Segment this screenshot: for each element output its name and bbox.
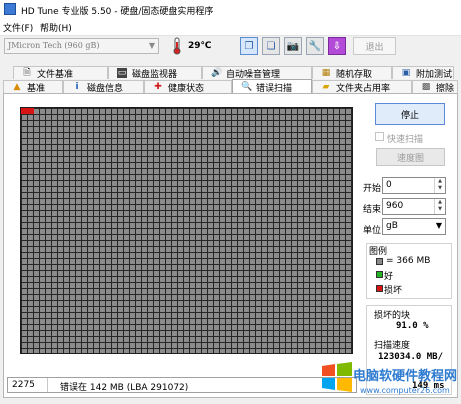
- tab-extra-tests[interactable]: ▣ 附加测试: [392, 66, 454, 80]
- legend-block-label: = 366 MB: [386, 256, 431, 266]
- end-label: 结束: [363, 205, 382, 215]
- tab-label: 磁盘信息: [87, 83, 124, 94]
- spinner-icon[interactable]: ▲ ▼: [434, 199, 445, 214]
- tab-health[interactable]: ✚ 健康状态: [144, 80, 232, 94]
- temperature-value: 29℃: [188, 41, 212, 51]
- tab-error-scan[interactable]: 🔍 错误扫描: [232, 79, 312, 94]
- scanned-blocks: [21, 108, 352, 353]
- start-input-value: 0: [386, 180, 392, 190]
- extra-tests-icon: ▣: [401, 68, 411, 78]
- chevron-down-icon: ▼: [148, 41, 155, 50]
- status-bar: 2275 错误在 142 MB (LBA 291072): [7, 377, 357, 393]
- tab-aam[interactable]: 🔊 自动噪音管理: [202, 66, 312, 80]
- tab-benchmark[interactable]: ▲ 基准: [3, 80, 63, 94]
- folder-icon: ▰: [322, 82, 330, 92]
- health-icon: ✚: [154, 82, 162, 92]
- legend-block-swatch: [376, 258, 383, 265]
- start-input[interactable]: 0 ▲ ▼: [382, 177, 446, 194]
- chevron-down-icon: ▼: [435, 221, 442, 230]
- unit-select[interactable]: gB ▼: [382, 218, 446, 235]
- copy-all-button[interactable]: ❏: [262, 37, 280, 55]
- options-button[interactable]: 🔧: [306, 37, 324, 55]
- windows-logo-watermark: [322, 362, 352, 392]
- end-input[interactable]: 960 ▲ ▼: [382, 198, 446, 215]
- legend-good-label: 好: [384, 272, 394, 282]
- menu-help[interactable]: 帮助(H): [40, 21, 72, 34]
- drive-select-value: JMicron Tech (960 gB): [8, 41, 100, 50]
- tab-label: 文件基准: [37, 69, 74, 80]
- legend-bad-swatch: [376, 285, 383, 292]
- window-title: HD Tune 专业版 5.50 - 硬盘/固态硬盘实用程序: [21, 7, 214, 17]
- exit-button[interactable]: 退出: [353, 37, 396, 55]
- tab-erase[interactable]: ▩ 擦除: [412, 80, 458, 94]
- copy-icon: ❐: [244, 40, 254, 52]
- unit-label: 单位: [363, 226, 382, 236]
- tab-file-benchmark[interactable]: 🗎 文件基准: [13, 66, 108, 80]
- status-message: 错误在 142 MB (LBA 291072): [60, 383, 189, 393]
- speed-map-button[interactable]: 速度图: [376, 148, 445, 166]
- tab-label: 随机存取: [336, 69, 373, 80]
- monitor-icon: ▭: [117, 68, 127, 78]
- tab-label: 磁盘监视器: [132, 69, 178, 80]
- drive-select[interactable]: JMicron Tech (960 gB) ▼: [4, 38, 159, 54]
- watermark-url: www.computer26.com: [360, 386, 450, 395]
- copy-all-icon: ❏: [266, 40, 276, 52]
- app-icon: [4, 3, 16, 15]
- tab-label: 基准: [27, 83, 46, 94]
- end-input-value: 960: [386, 201, 404, 211]
- thermometer-icon: [173, 37, 181, 55]
- benchmark-icon: ▲: [13, 82, 21, 92]
- legend-good-swatch: [376, 271, 383, 278]
- screenshot-button[interactable]: 📷: [284, 37, 302, 55]
- random-access-icon: ▦: [321, 68, 331, 78]
- tab-label: 附加测试: [416, 69, 453, 80]
- tab-label: 健康状态: [168, 83, 205, 94]
- tab-label: 文件夹占用率: [336, 83, 391, 94]
- download-arrow-icon: ⇩: [332, 40, 342, 52]
- tab-label: 错误扫描: [256, 83, 293, 94]
- stop-button[interactable]: 停止: [375, 103, 445, 125]
- tab-disk-info[interactable]: i 磁盘信息: [63, 80, 144, 94]
- start-label: 开始: [363, 184, 382, 194]
- bad-block-marker: [21, 108, 34, 114]
- wrench-icon: 🔧: [308, 40, 322, 52]
- unit-select-value: gB: [386, 221, 398, 231]
- search-icon: 🔍: [241, 82, 253, 92]
- legend-bad-label: 损坏: [384, 286, 403, 296]
- tab-label: 自动噪音管理: [226, 69, 281, 80]
- erase-icon: ▩: [421, 82, 431, 92]
- legend-title: 图例: [369, 247, 388, 257]
- camera-icon: 📷: [286, 40, 300, 52]
- file-bench-icon: 🗎: [23, 68, 31, 78]
- info-icon: i: [75, 82, 79, 92]
- quick-scan-label: 快速扫描: [387, 135, 424, 145]
- scan-speed-value: 123034.0 MB/: [378, 352, 444, 362]
- bad-blocks-value: 91.0 %: [396, 321, 429, 331]
- menu-file[interactable]: 文件(F): [3, 21, 33, 34]
- tab-label: 擦除: [436, 83, 455, 94]
- status-count: 2275: [12, 380, 35, 390]
- scan-speed-label: 扫描速度: [374, 341, 411, 351]
- title-bar: HD Tune 专业版 5.50 - 硬盘/固态硬盘实用程序: [0, 0, 461, 19]
- copy-info-button[interactable]: ❐: [240, 37, 258, 55]
- tab-folder-usage[interactable]: ▰ 文件夹占用率: [312, 80, 412, 94]
- quick-scan-checkbox[interactable]: [375, 132, 384, 141]
- watermark-title: 电脑软硬件教程网: [353, 369, 458, 384]
- status-separator: [47, 378, 48, 392]
- tab-random-access[interactable]: ▦ 随机存取: [312, 66, 392, 80]
- download-button[interactable]: ⇩: [328, 37, 346, 55]
- bad-blocks-label: 损坏的块: [374, 311, 411, 321]
- tab-disk-monitor[interactable]: ▭ 磁盘监视器: [108, 66, 202, 80]
- speaker-icon: 🔊: [211, 68, 223, 78]
- spinner-icon[interactable]: ▲ ▼: [434, 178, 445, 193]
